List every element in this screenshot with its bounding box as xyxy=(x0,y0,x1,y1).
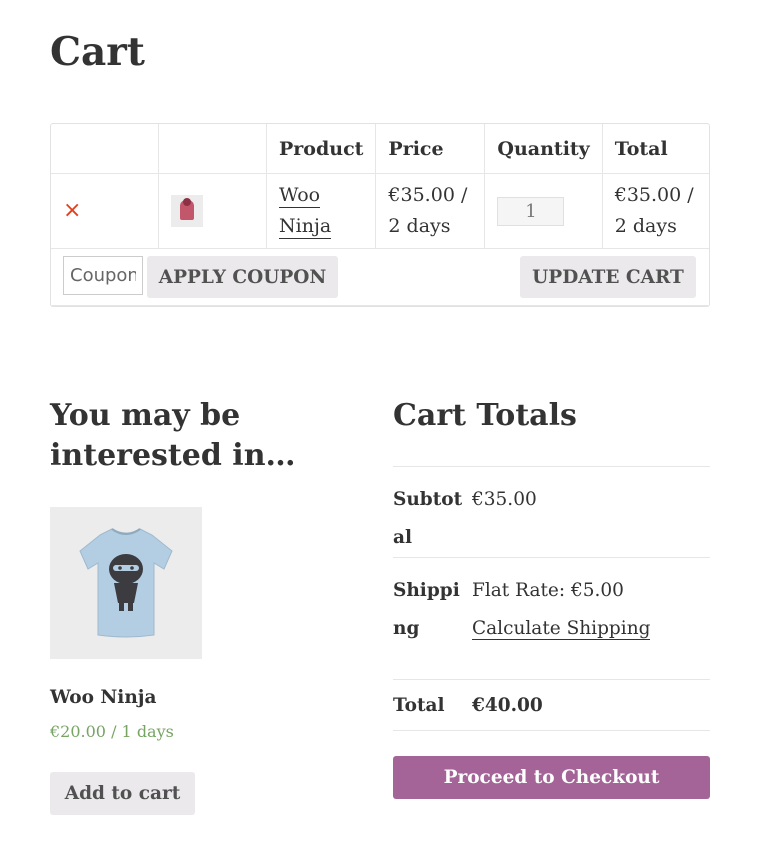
remove-cell: × xyxy=(51,174,159,249)
header-quantity: Quantity xyxy=(485,124,603,174)
total-label: Total xyxy=(393,695,445,716)
cross-sell-product-price: €20.00 / 1 days xyxy=(50,722,174,741)
shipping-cell: Flat Rate: €5.00 Calculate Shipping xyxy=(472,558,710,680)
header-price: Price xyxy=(376,124,486,174)
header-remove xyxy=(51,124,159,174)
actions-cell: APPLY COUPON UPDATE CART xyxy=(51,249,709,306)
page-title: Cart xyxy=(50,29,145,75)
cart-totals-table: Subtotal €35.00 Shipping Flat Rate: €5.0… xyxy=(393,466,710,731)
price-cell: €35.00 / 2 days xyxy=(376,174,486,249)
cart-item-row: × Woo Ninja €35.00 / 2 days €35.00 / 2 d… xyxy=(51,174,709,249)
add-to-cart-button[interactable]: Add to cart xyxy=(50,772,195,815)
update-cart-button[interactable]: UPDATE CART xyxy=(520,256,696,298)
subtotal-label: Subtotal xyxy=(393,489,463,548)
thumbnail-cell xyxy=(159,174,267,249)
cart-actions-row: APPLY COUPON UPDATE CART xyxy=(51,249,709,306)
calculate-shipping-link[interactable]: Calculate Shipping xyxy=(472,618,651,640)
order-total-row: Total €40.00 xyxy=(393,679,710,731)
quantity-input[interactable] xyxy=(497,196,565,226)
cross-sell-product-name[interactable]: Woo Ninja xyxy=(50,687,156,708)
cross-sells-heading: You may be interested in… xyxy=(50,398,296,473)
quantity-cell xyxy=(485,174,603,249)
cart-header-row: Product Price Quantity Total xyxy=(51,124,709,174)
hoodie-thumbnail-image[interactable] xyxy=(171,195,203,227)
shipping-value: Flat Rate: €5.00 xyxy=(472,580,624,601)
subtotal-value: €35.00 xyxy=(472,489,537,510)
total-value: €40.00 xyxy=(472,695,543,716)
subtotal-row: Subtotal €35.00 xyxy=(393,466,710,558)
apply-coupon-button[interactable]: APPLY COUPON xyxy=(147,256,338,298)
product-link[interactable]: Woo Ninja xyxy=(279,184,332,239)
hoodie-hood-shape xyxy=(183,198,191,206)
ninja-tshirt-image[interactable] xyxy=(50,507,202,659)
total-cell: €35.00 / 2 days xyxy=(602,174,709,249)
cart-table: Product Price Quantity Total × Woo Ninja… xyxy=(50,123,710,307)
proceed-to-checkout-button[interactable]: Proceed to Checkout xyxy=(393,756,710,799)
shipping-label: Shipping xyxy=(393,580,460,639)
tshirt-icon xyxy=(79,528,173,638)
header-thumbnail xyxy=(159,124,267,174)
cart-totals-heading: Cart Totals xyxy=(393,398,577,433)
product-cell: Woo Ninja xyxy=(267,174,377,249)
header-product: Product xyxy=(267,124,377,174)
shipping-row: Shipping Flat Rate: €5.00 Calculate Ship… xyxy=(393,557,710,680)
coupon-code-input[interactable] xyxy=(63,256,143,295)
header-total: Total xyxy=(602,124,709,174)
remove-item-icon[interactable]: × xyxy=(63,198,81,223)
